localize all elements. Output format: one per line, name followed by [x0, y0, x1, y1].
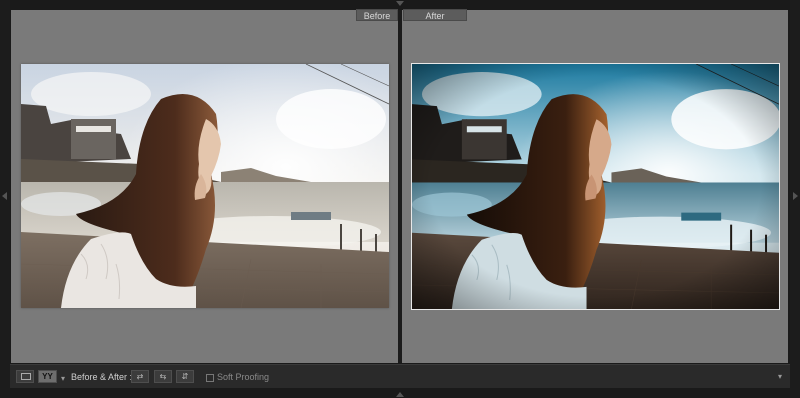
swap-before-after-icon[interactable]: ⇵ — [176, 370, 194, 383]
after-label: After — [403, 9, 467, 21]
toolbar-menu-icon[interactable]: ▾ — [778, 371, 782, 383]
copy-before-to-after-icon[interactable]: ⇄ — [131, 370, 149, 383]
bottom-toolbar: YY ▾ Before & After : ⇄ ⇆ ⇵ Soft Proofin… — [10, 364, 790, 388]
before-photo[interactable] — [21, 64, 389, 308]
copy-after-to-before-icon[interactable]: ⇆ — [154, 370, 172, 383]
expand-right-panel-icon[interactable] — [793, 192, 798, 200]
after-photo[interactable] — [411, 63, 780, 310]
expand-filmstrip-icon[interactable] — [396, 392, 404, 397]
soft-proofing-label: Soft Proofing — [217, 372, 270, 382]
after-image — [412, 64, 779, 309]
right-panel-edge[interactable] — [790, 0, 800, 398]
expand-left-panel-icon[interactable] — [2, 192, 7, 200]
before-pane[interactable] — [11, 10, 398, 363]
soft-proofing-checkbox[interactable] — [206, 374, 214, 382]
left-panel-edge[interactable] — [0, 0, 10, 398]
view-mode-dropdown-icon[interactable]: ▾ — [61, 374, 65, 383]
before-image — [21, 64, 389, 308]
loupe-view-icon[interactable] — [16, 370, 34, 383]
before-after-label: Before & After : — [71, 372, 133, 382]
after-pane[interactable] — [402, 10, 788, 363]
before-after-compare-button[interactable]: YY — [38, 370, 57, 383]
expand-top-panel-icon[interactable] — [396, 1, 404, 6]
before-label: Before — [356, 9, 398, 21]
